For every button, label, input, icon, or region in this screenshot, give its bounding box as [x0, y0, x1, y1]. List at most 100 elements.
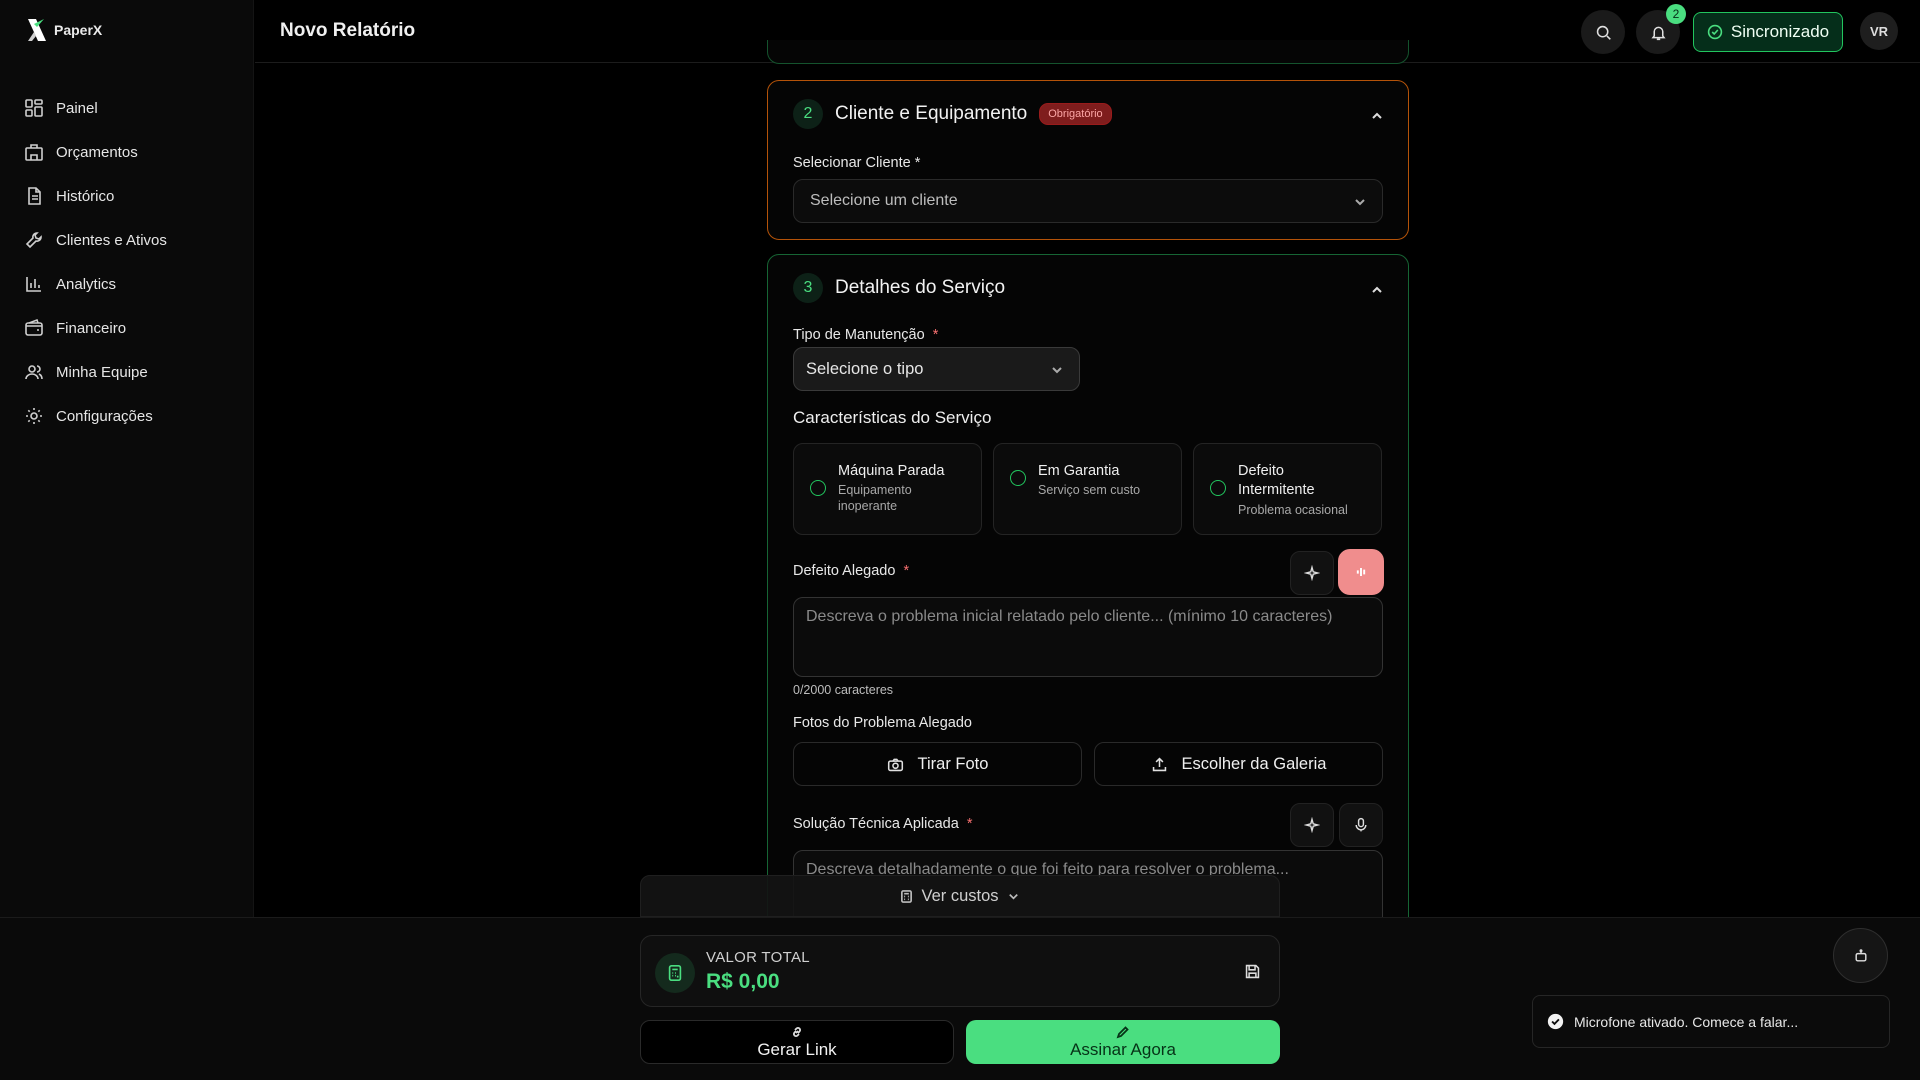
radio-button[interactable] — [1010, 470, 1026, 486]
radio-button[interactable] — [1210, 480, 1226, 496]
sparkle-icon — [1304, 817, 1320, 833]
chevron-down-icon — [1355, 199, 1365, 206]
sidebar-item-label: Configurações — [56, 407, 153, 425]
search-icon — [1596, 25, 1611, 40]
solution-label-text: Solução Técnica Aplicada — [793, 816, 959, 832]
wrench-icon — [25, 232, 42, 249]
section-header[interactable]: 2 Cliente e Equipamento Obrigatório — [793, 99, 1112, 129]
calculator-icon — [668, 964, 682, 982]
microphone-icon — [1355, 817, 1367, 832]
defect-label: Defeito Alegado * — [793, 563, 909, 579]
view-costs-label: Ver custos — [921, 886, 999, 905]
calculator-icon — [901, 889, 913, 903]
notification-badge: 2 — [1666, 4, 1686, 24]
chevron-up-icon[interactable] — [1370, 109, 1384, 123]
option-title: Máquina Parada — [838, 463, 945, 479]
option-maquina-parada[interactable]: Máquina Parada Equipamento inoperante — [793, 443, 982, 535]
chevron-down-icon — [1052, 367, 1062, 374]
required-badge: Obrigatório — [1039, 103, 1112, 125]
sync-status-button[interactable]: Sincronizado — [1693, 12, 1843, 52]
sidebar-item-label: Orçamentos — [56, 143, 138, 161]
section-number: 2 — [793, 99, 823, 129]
document-icon — [28, 187, 41, 205]
section-detalhes-servico: 3 Detalhes do Serviço Tipo de Manutenção… — [767, 254, 1409, 934]
client-label: Selecionar Cliente * — [793, 155, 921, 171]
sidebar-item-equipe[interactable]: Minha Equipe — [0, 350, 254, 394]
sidebar-item-historico[interactable]: Histórico — [0, 174, 254, 218]
sign-now-button[interactable]: Assinar Agora — [966, 1020, 1280, 1064]
upload-icon — [1152, 756, 1166, 771]
building-icon — [25, 144, 43, 161]
sidebar: PaperX Painel Orçamentos Histórico Clien… — [0, 0, 254, 917]
option-title: Defeito Intermitente — [1238, 463, 1315, 498]
calculator-badge — [655, 953, 695, 993]
sign-now-label: Assinar Agora — [1070, 1039, 1176, 1059]
save-icon[interactable] — [1244, 963, 1261, 980]
sidebar-item-financeiro[interactable]: Financeiro — [0, 306, 254, 350]
option-defeito-intermitente[interactable]: Defeito Intermitente Problema ocasional — [1193, 443, 1382, 535]
required-star: * — [895, 563, 910, 579]
sidebar-item-label: Histórico — [56, 187, 115, 205]
notifications-button[interactable]: 2 — [1636, 4, 1686, 54]
option-em-garantia[interactable]: Em Garantia Serviço sem custo — [993, 443, 1182, 535]
brand-name: PaperX — [54, 22, 103, 38]
microphone-button[interactable] — [1339, 803, 1383, 847]
assistant-bot-button[interactable] — [1833, 928, 1888, 983]
gallery-label: Escolher da Galeria — [1181, 754, 1327, 773]
sync-label: Sincronizado — [1730, 22, 1830, 41]
required-star: * — [928, 327, 939, 343]
gallery-button[interactable]: Escolher da Galeria — [1094, 742, 1383, 786]
option-subtitle: Problema ocasional — [1238, 503, 1348, 517]
voice-recording-button[interactable] — [1338, 549, 1384, 595]
radio-button[interactable] — [810, 480, 826, 496]
generate-link-button[interactable]: Gerar Link — [640, 1020, 954, 1064]
check-circle-icon — [1547, 1013, 1564, 1030]
logo[interactable]: PaperX — [24, 16, 102, 44]
ai-sparkle-button[interactable] — [1290, 551, 1334, 595]
maintenance-type-label-text: Tipo de Manutenção — [793, 327, 925, 343]
total-card: VALOR TOTAL R$ 0,00 — [640, 935, 1280, 1007]
ai-sparkle-button[interactable] — [1290, 803, 1334, 847]
sidebar-item-configuracoes[interactable]: Configurações — [0, 394, 254, 438]
option-title: Em Garantia — [1038, 463, 1120, 479]
sidebar-item-painel[interactable]: Painel — [0, 86, 254, 130]
search-button[interactable] — [1581, 10, 1625, 54]
toast-notification: Microfone ativado. Comece a falar... — [1532, 995, 1890, 1048]
client-select[interactable]: Selecione um cliente — [793, 179, 1383, 223]
option-subtitle: Equipamento inoperante — [838, 483, 912, 513]
photos-label: Fotos do Problema Alegado — [793, 715, 972, 731]
defect-label-text: Defeito Alegado — [793, 563, 896, 579]
avatar[interactable]: VR — [1860, 12, 1898, 50]
take-photo-button[interactable]: Tirar Foto — [793, 742, 1082, 786]
wallet-icon — [25, 318, 43, 336]
sidebar-item-label: Financeiro — [56, 319, 127, 337]
bell-icon — [1650, 26, 1666, 40]
sidebar-item-analytics[interactable]: Analytics — [0, 262, 254, 306]
bar-chart-icon — [26, 277, 41, 292]
generate-link-label: Gerar Link — [757, 1039, 837, 1059]
sidebar-item-label: Minha Equipe — [56, 363, 148, 381]
maintenance-type-select[interactable]: Selecione o tipo — [793, 347, 1080, 391]
bot-icon — [1854, 948, 1867, 962]
users-icon — [25, 365, 43, 380]
section-title: Detalhes do Serviço — [835, 277, 1006, 298]
section-header[interactable]: 3 Detalhes do Serviço — [793, 273, 1005, 303]
sidebar-item-label: Clientes e Ativos — [56, 231, 167, 249]
maintenance-type-label: Tipo de Manutenção * — [793, 327, 938, 343]
sidebar-item-clientes[interactable]: Clientes e Ativos — [0, 218, 254, 262]
section-1-remnant — [767, 40, 1409, 64]
total-label: VALOR TOTAL — [706, 949, 810, 966]
page-title: Novo Relatório — [280, 20, 416, 41]
link-icon — [793, 1026, 801, 1037]
sidebar-item-label: Analytics — [56, 275, 117, 293]
maintenance-type-value: Selecione o tipo — [806, 359, 924, 378]
take-photo-label: Tirar Foto — [917, 754, 989, 773]
pencil-icon — [1116, 1025, 1129, 1038]
section-cliente-equipamento: 2 Cliente e Equipamento Obrigatório Sele… — [767, 80, 1409, 240]
chevron-down-icon — [1008, 893, 1018, 900]
sidebar-item-orcamentos[interactable]: Orçamentos — [0, 130, 254, 174]
required-star: * — [958, 816, 973, 832]
defect-textarea[interactable]: Descreva o problema inicial relatado pel… — [793, 597, 1383, 677]
chevron-up-icon[interactable] — [1370, 283, 1384, 297]
view-costs-toggle[interactable]: Ver custos — [640, 875, 1280, 917]
